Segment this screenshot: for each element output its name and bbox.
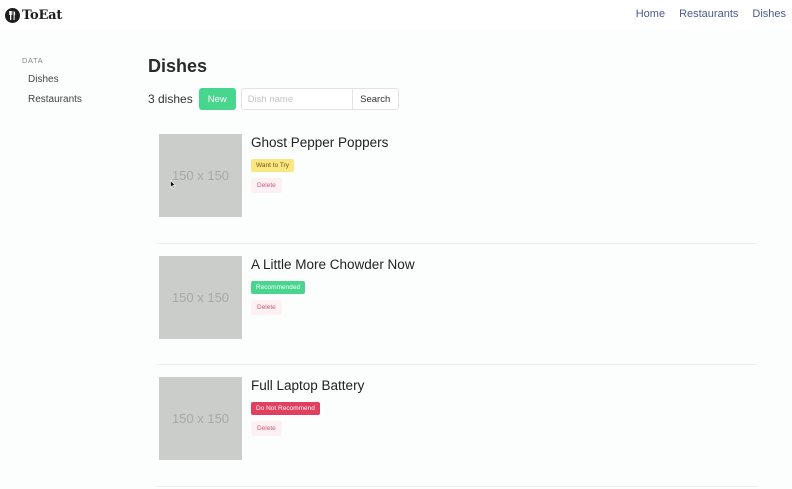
dish-card: 150 x 150 Full Laptop Battery Do Not Rec… bbox=[156, 365, 758, 487]
sidebar-section-label: DATA bbox=[22, 56, 44, 65]
dish-body: Full Laptop Battery Do Not Recommend Del… bbox=[251, 378, 364, 436]
nav-links: Home Restaurants Dishes bbox=[636, 8, 786, 20]
dish-card: 150 x 150 A Little More Chowder Now Reco… bbox=[156, 244, 758, 365]
status-badge: Recommended bbox=[251, 280, 306, 294]
dish-toolbar: 3 dishes New Search bbox=[148, 88, 399, 110]
brand-logo-link[interactable]: ToEat bbox=[5, 6, 62, 24]
dish-image-placeholder: 150 x 150 bbox=[159, 134, 242, 217]
dish-body: A Little More Chowder Now Recommended De… bbox=[251, 257, 415, 315]
fork-knife-icon bbox=[5, 7, 20, 23]
sidebar: DATA Dishes Restaurants bbox=[22, 56, 82, 114]
dish-image-placeholder: 150 x 150 bbox=[159, 255, 242, 339]
dish-name: Full Laptop Battery bbox=[251, 378, 365, 393]
delete-button[interactable]: Delete bbox=[251, 299, 282, 315]
dish-card: 150 x 150 Ghost Pepper Poppers Want to T… bbox=[156, 122, 758, 244]
dish-count: 3 dishes bbox=[148, 92, 193, 106]
mouse-cursor-icon bbox=[170, 180, 176, 189]
nav-link-home[interactable]: Home bbox=[636, 8, 665, 20]
nav-link-restaurants[interactable]: Restaurants bbox=[679, 8, 738, 20]
status-badge: Do Not Recommend bbox=[251, 402, 320, 415]
search-input[interactable] bbox=[240, 88, 353, 110]
page-title: Dishes bbox=[148, 56, 208, 76]
new-dish-button[interactable]: New bbox=[198, 88, 236, 110]
dish-image-placeholder: 150 x 150 bbox=[159, 377, 242, 460]
brand-name: ToEat bbox=[22, 7, 63, 23]
sidebar-item-dishes[interactable]: Dishes bbox=[28, 74, 82, 85]
delete-button[interactable]: Delete bbox=[251, 421, 282, 436]
sidebar-item-restaurants[interactable]: Restaurants bbox=[28, 94, 82, 105]
dish-name: Ghost Pepper Poppers bbox=[251, 135, 389, 150]
dish-list: 150 x 150 Ghost Pepper Poppers Want to T… bbox=[156, 122, 758, 487]
delete-button[interactable]: Delete bbox=[251, 178, 282, 193]
top-navbar: ToEat Home Restaurants Dishes bbox=[0, 0, 792, 30]
status-badge: Want to Try bbox=[251, 159, 294, 172]
dish-body: Ghost Pepper Poppers Want to Try Delete bbox=[251, 135, 388, 193]
search-button[interactable]: Search bbox=[352, 88, 399, 110]
dish-name: A Little More Chowder Now bbox=[251, 256, 415, 272]
nav-link-dishes[interactable]: Dishes bbox=[752, 8, 786, 20]
